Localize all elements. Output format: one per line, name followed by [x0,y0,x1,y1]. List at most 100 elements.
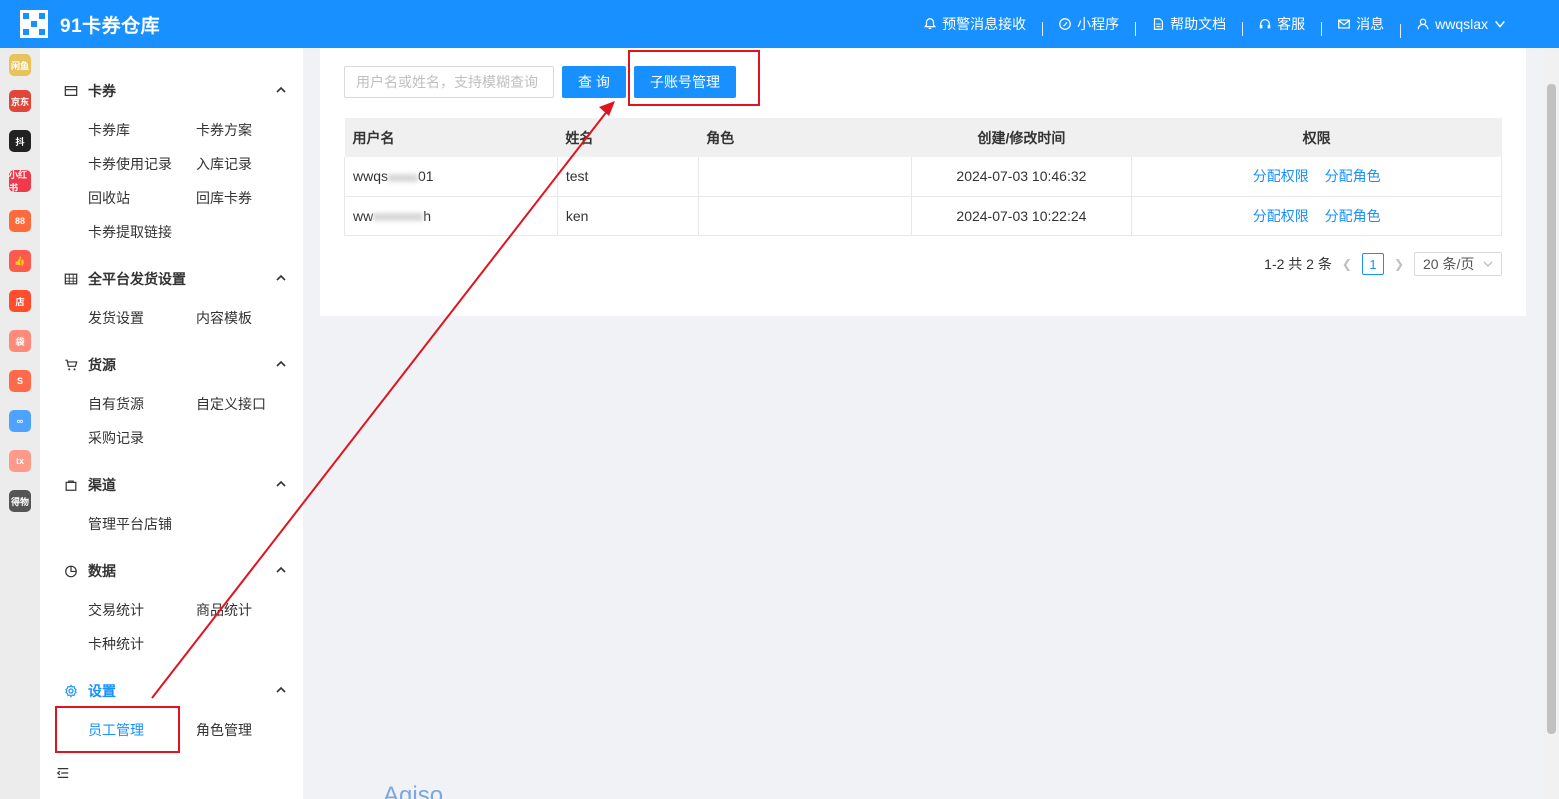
menu-collapse-icon[interactable] [56,766,70,780]
sidebar-group-supply[interactable]: 货源 [64,355,116,375]
chevron-left-icon[interactable]: ❮ [1342,257,1352,271]
nav-user-menu[interactable]: wwqslax [1400,16,1523,38]
nav-messages-label: 消息 [1356,16,1385,32]
grid-icon [64,273,78,285]
assign-permission-link[interactable]: 分配权限 [1253,208,1309,224]
column-header-username: 用户名 [344,118,558,157]
sidebar-item-recycle-bin[interactable]: 回收站 [88,188,130,208]
rail-app-jd[interactable]: 京东 [9,90,31,112]
page-scrollbar[interactable] [1544,48,1559,799]
nav-customer-service[interactable]: 客服 [1242,14,1321,36]
nav-mini-program[interactable]: 小程序 [1042,14,1135,36]
sidebar-item-content-template[interactable]: 内容模板 [196,308,252,328]
nav-username: wwqslax [1435,16,1488,32]
chevron-down-icon [1483,261,1493,267]
redacted-mark [373,212,424,221]
mail-icon [1338,19,1350,29]
sidebar-group-settings[interactable]: 设置 [64,681,116,701]
nav-alert-label: 预警消息接收 [942,16,1027,32]
chevron-up-icon[interactable] [276,565,286,575]
column-header-role: 角色 [698,118,911,157]
cell-username: wwqs 01 [344,157,558,197]
chevron-up-icon[interactable] [276,273,286,283]
column-header-permissions: 权限 [1131,118,1502,157]
rail-app-tx[interactable]: tx [9,450,31,472]
sidebar-item-role-management[interactable]: 角色管理 [196,720,252,740]
sidebar-item-custom-api[interactable]: 自定义接口 [196,394,266,414]
cell-username: ww h [344,196,558,236]
nav-messages[interactable]: 消息 [1321,14,1400,36]
cell-role [697,157,911,197]
chevron-up-icon[interactable] [276,359,286,369]
sidebar-item-stock-in[interactable]: 入库记录 [196,154,252,174]
rail-app-dewu[interactable]: 得物 [9,490,31,512]
cell-actions: 分配权限 分配角色 [1131,157,1502,197]
highlight-box-staff [55,706,180,753]
nav-help-docs[interactable]: 帮助文档 [1135,14,1242,36]
cell-time: 2024-07-03 10:22:24 [910,196,1132,236]
chevron-right-icon[interactable]: ❯ [1394,257,1404,271]
nav-mini-program-label: 小程序 [1077,16,1120,32]
footer-logo: Agiso [383,782,444,799]
app-logo[interactable] [20,10,48,38]
sidebar-item-card-type-stats[interactable]: 卡种统计 [88,634,144,654]
redacted-mark [388,173,419,182]
top-header: 91卡券仓库 预警消息接收 小程序 帮助文档 客服 消息 wwqslax [0,0,1559,48]
nav-alert-receive[interactable]: 预警消息接收 [907,14,1042,34]
sidebar-group-label: 设置 [88,683,116,699]
sidebar-group-data[interactable]: 数据 [64,561,116,581]
rail-app-xianyu[interactable]: 闲鱼 [9,54,31,76]
mini-program-icon [1059,18,1071,30]
table-row: wwqs 01 test 2024-07-03 10:46:32 分配权限 分配角… [344,157,1502,197]
top-nav: 预警消息接收 小程序 帮助文档 客服 消息 wwqslax [907,0,1523,48]
sidebar-item-purchase-records[interactable]: 采购记录 [88,428,144,448]
sidebar-item-card-extract-link[interactable]: 卡券提取链接 [88,222,172,242]
sidebar-item-product-stats[interactable]: 商品统计 [196,600,252,620]
page-number-current[interactable]: 1 [1361,253,1384,275]
sidebar-item-card-plan[interactable]: 卡券方案 [196,120,252,140]
column-header-time: 创建/修改时间 [911,118,1132,157]
column-header-name: 姓名 [557,118,699,157]
cell-time: 2024-07-03 10:46:32 [910,157,1132,197]
nav-customer-service-label: 客服 [1277,16,1306,32]
sidebar-item-manage-stores[interactable]: 管理平台店铺 [88,514,172,534]
sidebar-group-label: 全平台发货设置 [88,271,186,287]
assign-role-link[interactable]: 分配角色 [1325,168,1381,184]
scrollbar-thumb[interactable] [1547,84,1556,734]
chevron-up-icon[interactable] [276,685,286,695]
sidebar-group-card[interactable]: 卡券 [64,81,116,101]
alert-bell-icon [924,18,937,29]
sidebar-item-card-library[interactable]: 卡券库 [88,120,130,140]
sidebar-group-channel[interactable]: 渠道 [64,475,116,495]
rail-app-thumb[interactable]: 👍 [9,250,31,272]
rail-app-xiaohongshu[interactable]: 小红书 [9,170,31,193]
sidebar-group-label: 渠道 [88,477,116,493]
sidebar-item-delivery-settings[interactable]: 发货设置 [88,308,144,328]
rail-app-store[interactable]: 店 [9,290,31,312]
assign-role-link[interactable]: 分配角色 [1325,208,1381,224]
pagination-summary: 1-2 共 2 条 [1264,256,1332,272]
rail-app-douyin[interactable]: 抖 [9,130,31,152]
sidebar-item-own-supply[interactable]: 自有货源 [88,394,144,414]
chevron-up-icon[interactable] [276,85,286,95]
staff-table: 用户名 姓名 角色 创建/修改时间 权限 wwqs 01 test 2024-07… [344,118,1502,236]
rail-app-link[interactable]: ∞ [9,410,31,432]
sidebar-group-delivery[interactable]: 全平台发货设置 [64,269,186,289]
sidebar-group-label: 货源 [88,357,116,373]
sidebar-item-trade-stats[interactable]: 交易统计 [88,600,144,620]
sidebar-group-label: 卡券 [88,83,116,99]
query-button[interactable]: 查 询 [562,66,626,98]
cart-icon [65,359,78,371]
chevron-up-icon[interactable] [276,479,286,489]
app-title: 91卡券仓库 [60,15,161,37]
sidebar-item-returned-cards[interactable]: 回库卡券 [196,188,252,208]
sidebar-item-card-usage[interactable]: 卡券使用记录 [88,154,172,174]
cell-name: ken [556,196,699,236]
assign-permission-link[interactable]: 分配权限 [1253,168,1309,184]
rail-app-shopee[interactable]: S [9,370,31,392]
search-input[interactable] [344,66,554,98]
rail-app-88[interactable]: 88 [9,210,31,232]
pie-chart-icon [65,565,77,578]
page-size-select[interactable]: 20 条/页 [1414,252,1502,276]
rail-app-bag[interactable]: 袋 [9,330,31,352]
